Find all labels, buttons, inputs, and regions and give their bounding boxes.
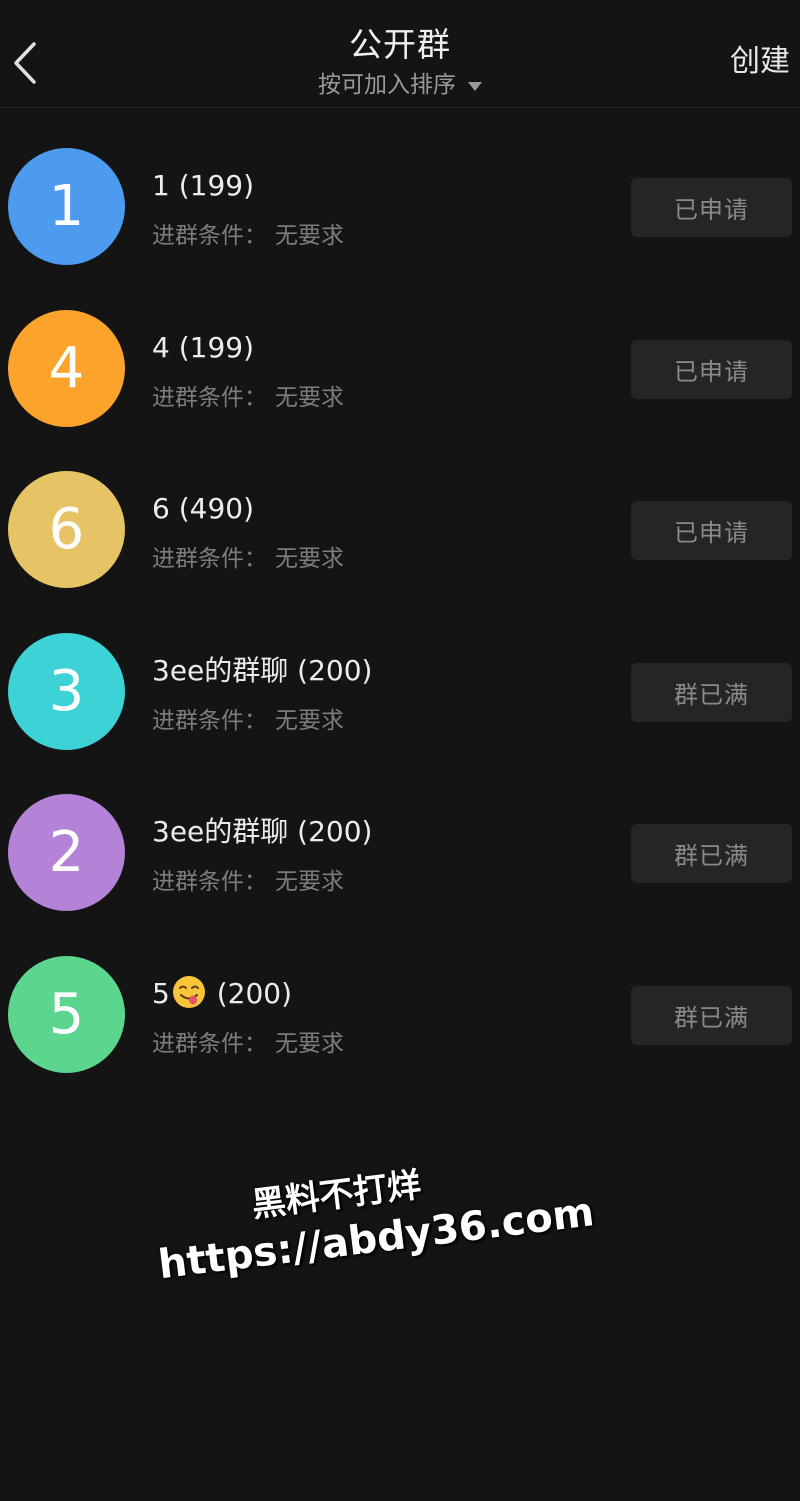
group-avatar: 4: [8, 309, 125, 427]
group-row[interactable]: 6 6 (490) 进群条件： 无要求 已申请: [0, 431, 800, 593]
join-condition-label: 进群条件：: [152, 384, 267, 411]
sort-label: 按可加入排序: [318, 72, 456, 98]
create-button[interactable]: 创建: [730, 42, 790, 82]
watermark: 黑料不打烊 https://abdy36.com: [150, 1144, 597, 1290]
group-avatar: 6: [8, 471, 125, 588]
join-condition-label: 进群条件：: [152, 223, 267, 249]
join-condition-value: 无要求: [275, 1030, 344, 1057]
join-condition-value: 无要求: [275, 384, 344, 411]
group-row[interactable]: 3 3ee的群聊 (200) 进群条件： 无要求 群已满: [0, 593, 800, 755]
group-name: 3ee的群聊 (200): [152, 815, 373, 848]
join-condition: 进群条件： 无要求: [152, 382, 344, 414]
group-list: 1 1 (199) 进群条件： 无要求 已申请 4 4 (199) 进群条件： 无要…: [0, 108, 800, 1077]
join-condition: 进群条件： 无要求: [152, 705, 344, 737]
sort-selector[interactable]: 按可加入排序: [318, 68, 482, 102]
join-condition-value: 无要求: [275, 546, 344, 572]
group-row[interactable]: 2 3ee的群聊 (200) 进群条件： 无要求 群已满: [0, 754, 800, 916]
group-name: 6 (490): [152, 492, 255, 525]
group-name-suffix: (200): [207, 976, 293, 1010]
join-condition-value: 无要求: [275, 223, 344, 249]
join-condition: 进群条件： 无要求: [152, 220, 344, 252]
join-condition: 进群条件： 无要求: [152, 1028, 344, 1060]
caret-down-icon: [468, 82, 482, 91]
group-avatar: 1: [8, 148, 125, 265]
group-name-prefix: 5: [152, 976, 170, 1010]
group-row[interactable]: 4 4 (199) 进群条件： 无要求 已申请: [0, 270, 800, 432]
group-row[interactable]: 1 1 (199) 进群条件： 无要求 已申请: [0, 108, 800, 270]
join-condition: 进群条件： 无要求: [152, 543, 344, 575]
join-condition-value: 无要求: [275, 707, 344, 734]
title-area: 公开群 按可加入排序: [0, 24, 800, 102]
join-condition-label: 进群条件：: [152, 869, 267, 895]
join-condition: 进群条件： 无要求: [152, 866, 344, 898]
applied-button[interactable]: 已申请: [631, 178, 792, 237]
group-full-button[interactable]: 群已满: [631, 985, 792, 1045]
group-avatar: 5: [8, 955, 125, 1073]
join-condition-label: 进群条件：: [152, 1030, 267, 1057]
join-condition-value: 无要求: [275, 869, 344, 895]
group-full-button[interactable]: 群已满: [631, 824, 792, 883]
join-condition-label: 进群条件：: [152, 546, 267, 572]
group-row[interactable]: 5 5 (200) 进群条件： 无要求 群已满: [0, 916, 800, 1078]
page-title: 公开群: [349, 25, 451, 64]
top-nav-bar: 公开群 按可加入排序 创建: [0, 0, 800, 108]
join-condition-label: 进群条件：: [152, 707, 267, 734]
group-name: 4 (199): [152, 330, 255, 364]
applied-button[interactable]: 已申请: [631, 339, 792, 399]
group-full-button[interactable]: 群已满: [631, 662, 792, 722]
group-avatar: 2: [8, 794, 125, 911]
applied-button[interactable]: 已申请: [631, 501, 792, 560]
group-name: 3ee的群聊 (200): [152, 653, 373, 687]
group-avatar: 3: [8, 632, 125, 750]
smiling-face-with-tongue-icon: [172, 975, 206, 1009]
group-name: 5 (200): [152, 974, 292, 1014]
group-name: 1 (199): [152, 169, 255, 202]
